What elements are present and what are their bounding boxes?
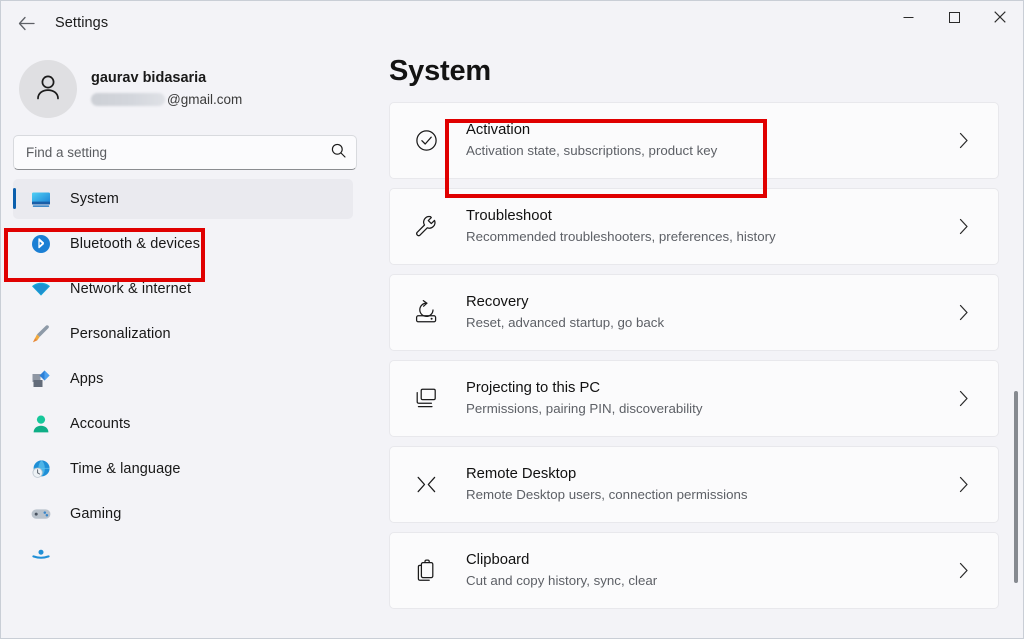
- chevron-right-icon[interactable]: [950, 214, 976, 240]
- app-title: Settings: [55, 15, 109, 31]
- sidebar-item-accounts[interactable]: Accounts: [13, 404, 353, 444]
- sidebar-item-label: Accounts: [70, 416, 131, 432]
- back-arrow-icon: [18, 16, 35, 31]
- search-button[interactable]: [325, 140, 351, 166]
- recovery-icon: [412, 299, 440, 327]
- monitor-icon: [29, 187, 53, 211]
- person-icon: [31, 70, 65, 109]
- sidebar-item-label: Apps: [70, 371, 104, 387]
- sidebar-item-label: Network & internet: [70, 281, 192, 297]
- chevron-right-icon[interactable]: [950, 472, 976, 498]
- minimize-button[interactable]: [885, 1, 931, 33]
- card-clipboard[interactable]: Clipboard Cut and copy history, sync, cl…: [389, 532, 999, 609]
- chevron-right-icon[interactable]: [950, 300, 976, 326]
- card-troubleshoot[interactable]: Troubleshoot Recommended troubleshooters…: [389, 188, 999, 265]
- projecting-icon: [412, 385, 440, 413]
- search-container: [13, 135, 357, 170]
- card-remote-desktop[interactable]: Remote Desktop Remote Desktop users, con…: [389, 446, 999, 523]
- card-title: Remote Desktop: [466, 466, 577, 482]
- card-subtitle: Activation state, subscriptions, product…: [466, 143, 718, 158]
- sidebar-item-apps[interactable]: Apps: [13, 359, 353, 399]
- sidebar-item-label: System: [70, 191, 119, 207]
- sidebar-item-label: Bluetooth & devices: [70, 236, 201, 252]
- chevron-right-icon[interactable]: [950, 128, 976, 154]
- check-circle-icon: [412, 127, 440, 155]
- maximize-button[interactable]: [931, 1, 977, 33]
- card-activation[interactable]: Activation Activation state, subscriptio…: [389, 102, 999, 179]
- redacted-email-icon: [91, 93, 165, 106]
- search-icon: [331, 143, 346, 163]
- avatar: [19, 60, 77, 118]
- title-bar: Settings: [1, 1, 1023, 45]
- card-subtitle: Reset, advanced startup, go back: [466, 315, 665, 330]
- card-subtitle: Cut and copy history, sync, clear: [466, 573, 658, 588]
- scrollbar-thumb[interactable]: [1014, 391, 1018, 583]
- apps-icon: [29, 367, 53, 391]
- sidebar-item-network-internet[interactable]: Network & internet: [13, 269, 353, 309]
- settings-card-list: Activation Activation state, subscriptio…: [377, 102, 1023, 609]
- sidebar-item-time-language[interactable]: Time & language: [13, 449, 353, 489]
- card-title: Clipboard: [466, 552, 530, 568]
- chevron-right-icon[interactable]: [950, 558, 976, 584]
- card-title: Troubleshoot: [466, 208, 552, 224]
- page-title: System: [389, 55, 491, 87]
- card-subtitle: Recommended troubleshooters, preferences…: [466, 229, 776, 244]
- card-title: Activation: [466, 122, 531, 138]
- sidebar-item-gaming[interactable]: Gaming: [13, 494, 353, 534]
- sidebar-item-label: Time & language: [70, 461, 181, 477]
- card-title: Recovery: [466, 294, 529, 310]
- card-title: Projecting to this PC: [466, 380, 601, 396]
- close-button[interactable]: [977, 1, 1023, 33]
- sidebar-item-system[interactable]: System: [13, 179, 353, 219]
- profile-email-suffix: @gmail.com: [167, 92, 243, 107]
- maximize-icon: [948, 11, 960, 23]
- minimize-icon: [903, 12, 914, 23]
- profile-name: gaurav bidasaria: [91, 70, 207, 86]
- close-icon: [994, 11, 1006, 23]
- clipboard-icon: [412, 557, 440, 585]
- back-button[interactable]: [9, 8, 43, 38]
- card-subtitle: Permissions, pairing PIN, discoverabilit…: [466, 401, 703, 416]
- sidebar-item-label: Gaming: [70, 506, 122, 522]
- chevron-right-icon[interactable]: [950, 386, 976, 412]
- content-scrollbar[interactable]: [1009, 91, 1021, 636]
- main-content: System Activation Activation state, subs…: [377, 45, 1023, 638]
- settings-window: Settings gaurav bidasaria @gmail.com Fin…: [0, 0, 1024, 639]
- sidebar-item-label: Personalization: [70, 326, 171, 342]
- remote-desktop-icon: [412, 471, 440, 499]
- user-profile[interactable]: gaurav bidasaria @gmail.com: [1, 45, 377, 119]
- window-controls: [885, 1, 1023, 33]
- card-recovery[interactable]: Recovery Reset, advanced startup, go bac…: [389, 274, 999, 351]
- sidebar-item-bluetooth-devices[interactable]: Bluetooth & devices: [13, 224, 353, 264]
- gamepad-icon: [29, 502, 53, 526]
- bluetooth-icon: [29, 232, 53, 256]
- sidebar-nav: System Bluetooth & devices Network & int…: [1, 179, 377, 579]
- sidebar-item-personalization[interactable]: Personalization: [13, 314, 353, 354]
- card-projecting-to-this-pc[interactable]: Projecting to this PC Permissions, pairi…: [389, 360, 999, 437]
- sidebar: gaurav bidasaria @gmail.com Find a setti…: [1, 45, 377, 638]
- card-subtitle: Remote Desktop users, connection permiss…: [466, 487, 748, 502]
- account-icon: [29, 412, 53, 436]
- wifi-icon: [29, 277, 53, 301]
- wrench-icon: [412, 213, 440, 241]
- sidebar-item-accessibility[interactable]: [13, 539, 353, 579]
- accessibility-icon: [29, 547, 53, 571]
- clock-globe-icon: [29, 457, 53, 481]
- paintbrush-icon: [29, 322, 53, 346]
- search-input[interactable]: [13, 135, 357, 170]
- profile-email: @gmail.com: [91, 90, 242, 109]
